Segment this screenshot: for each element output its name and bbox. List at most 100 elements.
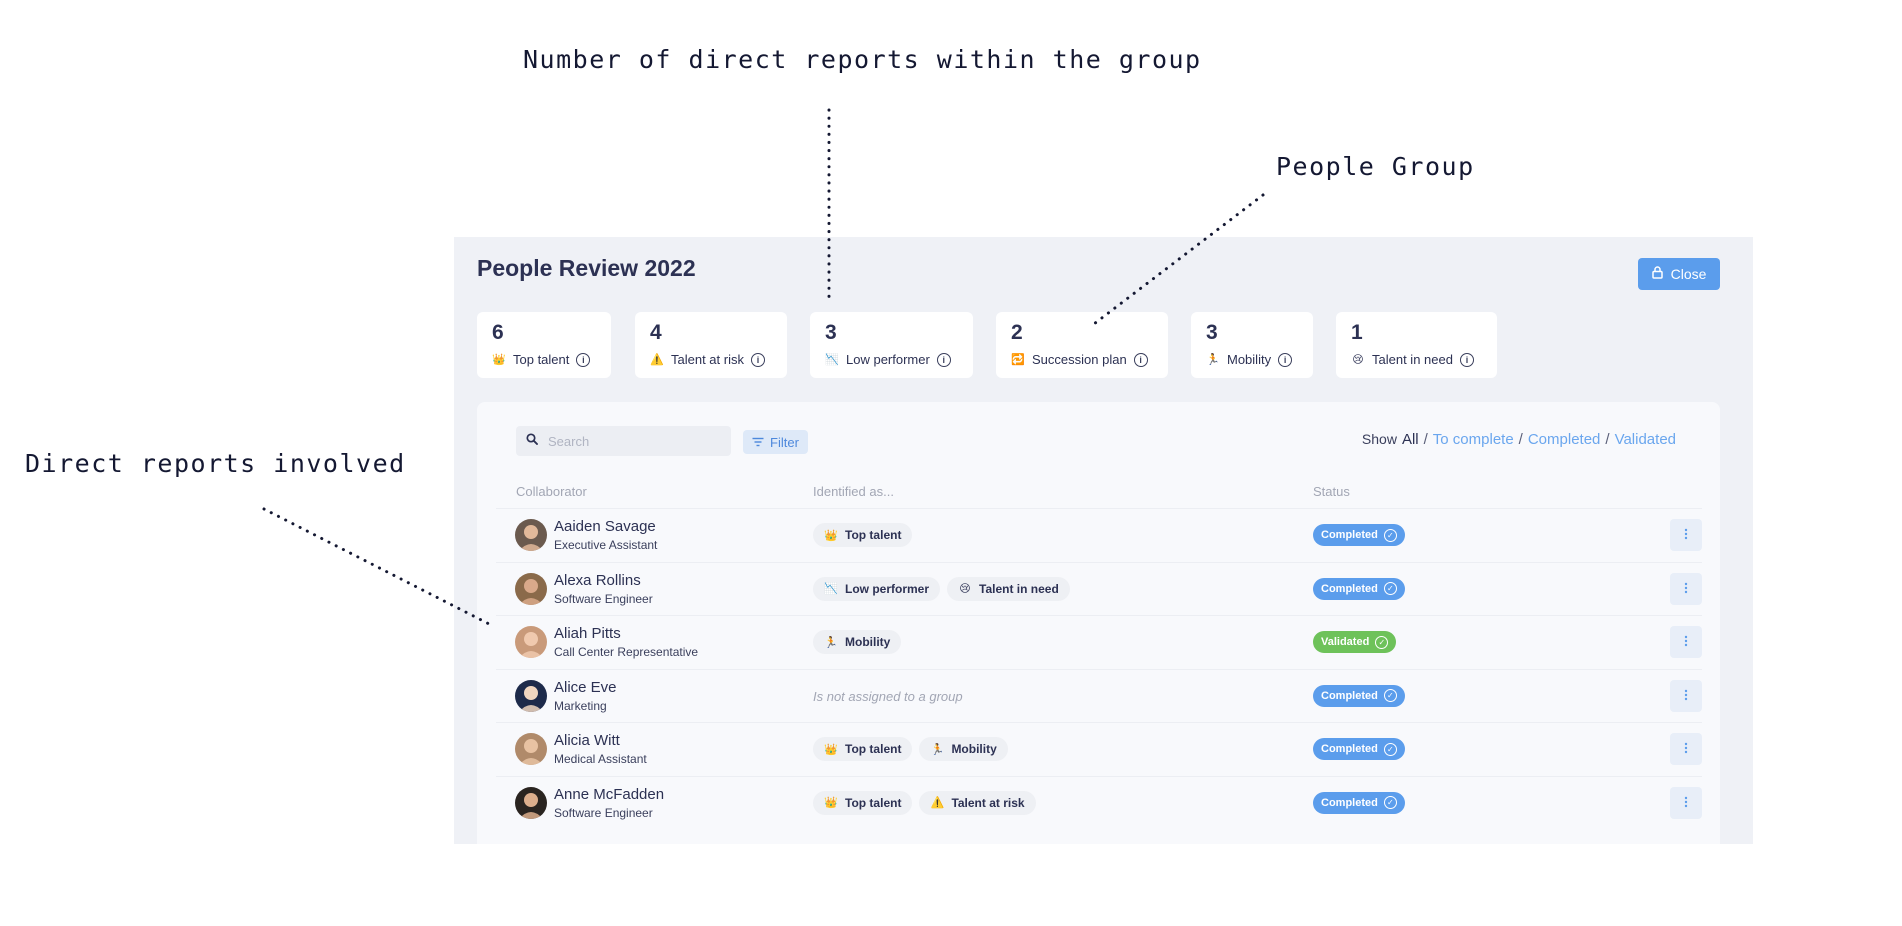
show-separator: / xyxy=(1605,431,1610,448)
tag-icon: 🏃 xyxy=(930,743,945,756)
collaborator-name[interactable]: Anne McFadden xyxy=(554,786,664,803)
column-header-status[interactable]: Status xyxy=(1313,484,1350,499)
collaborator-role: Software Engineer xyxy=(554,805,653,820)
column-header-collaborator[interactable]: Collaborator xyxy=(516,484,587,499)
status-badge: Validated ✓ xyxy=(1313,631,1397,653)
no-group-text: Is not assigned to a group xyxy=(813,688,963,704)
search-icon xyxy=(526,432,538,450)
tag-label: Talent in need xyxy=(979,581,1059,596)
crown-icon: 👑 xyxy=(492,354,506,366)
chart-down-icon: 📉 xyxy=(825,354,839,366)
row-menu-button[interactable] xyxy=(1670,519,1702,551)
show-separator: / xyxy=(1518,431,1523,448)
status-badge: Completed ✓ xyxy=(1313,684,1405,707)
status-badge: Completed ✓ xyxy=(1313,738,1405,760)
table-row[interactable]: Alice Eve Marketing Is not assigned to a g… xyxy=(496,668,1702,722)
info-icon[interactable]: i xyxy=(1133,352,1148,367)
collaborator-role: Medical Assistant xyxy=(554,752,647,766)
column-header-identified-as[interactable]: Identified as... xyxy=(813,484,894,499)
row-menu-button[interactable] xyxy=(1670,679,1702,712)
search-box[interactable] xyxy=(516,426,731,456)
stat-value: 3 xyxy=(825,321,837,344)
stat-value: 6 xyxy=(492,321,504,344)
status-label: Completed xyxy=(1321,529,1378,541)
collaborator-name[interactable]: Alexa Rollins xyxy=(554,572,641,589)
filter-icon xyxy=(752,435,764,450)
kebab-icon xyxy=(1684,634,1688,650)
table-row[interactable]: Anne McFadden Software Engineer 👑 Top talen… xyxy=(496,775,1702,829)
filter-button[interactable]: Filter xyxy=(743,430,808,454)
tag-label: Top talent xyxy=(845,742,902,756)
table-row[interactable]: Alicia Witt Medical Assistant 👑 Top talent 🏃… xyxy=(496,722,1702,775)
row-menu-button[interactable] xyxy=(1670,626,1702,658)
stat-label-row: 🔁 Succession plan i xyxy=(1011,352,1153,367)
row-menu-button[interactable] xyxy=(1670,786,1702,819)
group-tag[interactable]: 👑 Top talent xyxy=(813,523,913,547)
info-icon[interactable]: i xyxy=(1278,352,1293,367)
filter-button-label: Filter xyxy=(770,434,799,450)
avatar xyxy=(515,572,547,605)
tag-label: Top talent xyxy=(845,528,902,542)
group-tag[interactable]: 🏃 Mobility xyxy=(919,737,1008,761)
stat-label-row: 🏃 Mobility i xyxy=(1206,352,1298,367)
status-label: Completed xyxy=(1321,689,1378,702)
stat-label: Mobility xyxy=(1227,352,1272,367)
show-label: Show xyxy=(1361,431,1397,447)
close-button[interactable]: Close xyxy=(1638,258,1720,290)
collaborator-name[interactable]: Alicia Witt xyxy=(554,732,620,749)
show-filter: Show All / To complete / Completed / Val… xyxy=(1362,431,1676,448)
collaborator-role: Executive Assistant xyxy=(554,538,658,552)
tag-label: Mobility xyxy=(845,635,891,649)
stat-card-talent-at-risk[interactable]: 4 ⚠️ Talent at risk i xyxy=(635,312,787,378)
stat-card-talent-in-need[interactable]: 1 😢 Talent in need i xyxy=(1336,312,1497,378)
search-input[interactable] xyxy=(548,433,708,449)
group-tag[interactable]: ⚠️ Talent at risk xyxy=(919,790,1036,815)
collaborator-role: Call Center Representative xyxy=(554,645,699,659)
row-menu-button[interactable] xyxy=(1670,733,1702,765)
stat-card-mobility[interactable]: 3 🏃 Mobility i xyxy=(1191,312,1313,378)
page-title: People Review 2022 xyxy=(477,255,696,281)
show-option-completed[interactable]: Completed xyxy=(1528,431,1601,448)
stat-label: Talent in need xyxy=(1372,352,1453,367)
stat-label-row: 👑 Top talent i xyxy=(492,352,596,367)
identified-tags: 👑 Top talent 🏃 Mobility xyxy=(813,737,1008,761)
show-option-all[interactable]: All xyxy=(1402,431,1419,448)
identified-tags: 📉 Low performer 😢 Talent in need xyxy=(813,576,1070,601)
status-badge: Completed ✓ xyxy=(1313,577,1405,600)
collaborator-name[interactable]: Aaiden Savage xyxy=(554,518,656,535)
table-row[interactable]: Aliah Pitts Call Center Representative 🏃 Mo… xyxy=(496,615,1702,668)
identified-tags: 👑 Top talent xyxy=(813,523,913,547)
row-menu-button[interactable] xyxy=(1670,572,1702,605)
identified-tags: 🏃 Mobility xyxy=(813,630,902,654)
table-row[interactable]: Alexa Rollins Software Engineer 📉 Low perfo… xyxy=(496,561,1702,615)
group-tag[interactable]: 😢 Talent in need xyxy=(947,576,1070,601)
stat-card-low-performer[interactable]: 3 📉 Low performer i xyxy=(810,312,973,378)
collaborator-role: Software Engineer xyxy=(554,591,653,606)
group-tag[interactable]: 🏃 Mobility xyxy=(813,630,902,654)
group-tag[interactable]: 📉 Low performer xyxy=(813,576,941,601)
show-option-validated[interactable]: Validated xyxy=(1615,431,1676,448)
info-icon[interactable]: i xyxy=(576,352,591,367)
check-circle-icon: ✓ xyxy=(1383,742,1397,756)
info-icon[interactable]: i xyxy=(750,352,765,367)
table-row[interactable]: Aaiden Savage Executive Assistant 👑 Top tal… xyxy=(496,508,1702,561)
tag-label: Low performer xyxy=(845,581,930,596)
group-tag[interactable]: 👑 Top talent xyxy=(813,790,913,815)
group-tag[interactable]: 👑 Top talent xyxy=(813,737,913,761)
info-icon[interactable]: i xyxy=(1459,352,1474,367)
review-table-card: Filter Show All / To complete / Complete… xyxy=(477,402,1720,844)
stat-card-succession-plan[interactable]: 2 🔁 Succession plan i xyxy=(996,312,1168,378)
avatar xyxy=(515,679,547,712)
avatar xyxy=(515,733,547,765)
collaborator-name[interactable]: Aliah Pitts xyxy=(554,625,621,642)
tag-icon: 👑 xyxy=(824,743,838,756)
stat-value: 3 xyxy=(1206,321,1218,344)
kebab-icon xyxy=(1684,527,1688,543)
stat-label: Succession plan xyxy=(1032,352,1127,367)
collaborator-name[interactable]: Alice Eve xyxy=(554,679,617,696)
stat-card-top-talent[interactable]: 6 👑 Top talent i xyxy=(477,312,611,378)
info-icon[interactable]: i xyxy=(936,352,951,367)
kebab-icon xyxy=(1684,688,1688,704)
show-option-to-complete[interactable]: To complete xyxy=(1433,431,1514,448)
kebab-icon xyxy=(1684,581,1688,597)
